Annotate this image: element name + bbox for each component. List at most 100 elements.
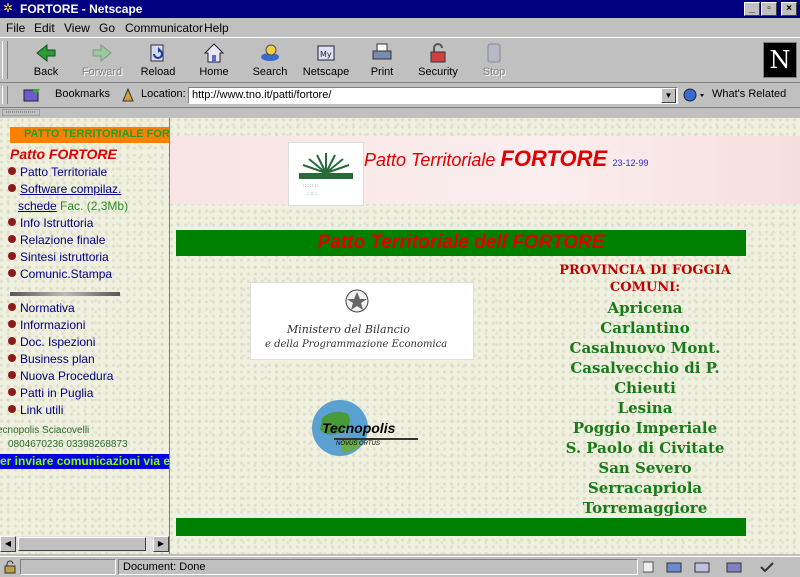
location-toolbar: Bookmarks Location: http://www.tno.it/pa… xyxy=(0,84,800,106)
comuni-panel: PROVINCIA DI FOGGIA COMUNI: Apricena Car… xyxy=(530,262,760,518)
ministero-line1: Ministero del Bilancio xyxy=(287,323,410,336)
svg-text::: ::: ::: :: ::: :: xyxy=(303,183,318,189)
tree-logo-icon: :: ::: ::: :: : xyxy=(299,153,353,197)
toolbar-grip[interactable] xyxy=(2,41,8,79)
url-dropdown-button[interactable]: ▼ xyxy=(661,88,676,103)
status-bar: Document: Done xyxy=(0,556,800,577)
home-button[interactable]: Home xyxy=(186,42,242,82)
nav-link-schede[interactable]: schede xyxy=(18,199,57,213)
personal-toolbar-collapsed[interactable] xyxy=(0,107,800,117)
comune-item: Carlantino xyxy=(600,319,690,337)
nav-link-sintesi-istruttoria[interactable]: Sintesi istruttoria xyxy=(8,250,109,264)
tecnopolis-logo-text: Tecnopolis xyxy=(322,420,396,436)
main-title: Patto Territoriale dell FORTORE xyxy=(317,232,605,253)
banner-strip: PATTO TERRITORIALE FORTORE xyxy=(10,127,169,143)
nav-link-patti-in-puglia[interactable]: Patti in Puglia xyxy=(8,386,93,400)
phone-numbers: 0804670236 03398268873 xyxy=(8,439,128,450)
horizontal-scrollbar[interactable]: ◀ ▶ xyxy=(0,536,169,552)
nav-link-info-istruttoria[interactable]: Info Istruttoria xyxy=(8,216,93,230)
main-frame: :: ::: ::: :: : Patto Territoriale FORTO… xyxy=(170,118,800,554)
content-area: PATTO TERRITORIALE FORTORE Patto FORTORE… xyxy=(0,118,800,554)
svg-text:My: My xyxy=(320,50,332,59)
home-icon xyxy=(203,43,225,63)
nav-link-normativa[interactable]: Normativa xyxy=(8,301,75,315)
security-button[interactable]: Security xyxy=(410,42,466,82)
forward-button[interactable]: Forward xyxy=(74,42,130,82)
tecnopolis-rule xyxy=(334,438,418,440)
nav-link-relazione-finale[interactable]: Relazione finale xyxy=(8,233,105,247)
left-nav-frame: PATTO TERRITORIALE FORTORE Patto FORTORE… xyxy=(0,118,170,554)
bookmarks-icon xyxy=(23,89,40,102)
marquee-ticker[interactable]: Per inviare comunicazioni via e-mail xyxy=(0,454,169,469)
svg-text:: :: :: : :: : xyxy=(307,191,317,197)
bullet-icon xyxy=(8,218,16,226)
back-button[interactable]: Back xyxy=(18,42,74,82)
bullet-icon xyxy=(8,320,16,328)
scroll-thumb[interactable] xyxy=(18,537,146,551)
minimize-button[interactable]: _ xyxy=(744,2,760,16)
ministero-line2: e della Programmazione Economica xyxy=(265,339,448,350)
comune-item: San Severo xyxy=(598,459,692,477)
header-logo: :: ::: ::: :: : xyxy=(288,142,364,206)
toolbar-tab-icon[interactable] xyxy=(2,109,40,116)
menu-view[interactable]: View xyxy=(64,21,90,35)
stop-button[interactable]: Stop xyxy=(466,42,522,82)
forward-arrow-icon xyxy=(92,43,112,63)
netscape-throbber-logo[interactable]: N xyxy=(763,42,797,78)
nav-link-nuova-procedura[interactable]: Nuova Procedura xyxy=(8,369,113,383)
bookmarks-button[interactable]: Bookmarks xyxy=(55,88,110,100)
security-lock-icon xyxy=(430,43,446,63)
reload-icon xyxy=(150,44,164,62)
nav-link-comunic-stampa[interactable]: Comunic.Stampa xyxy=(8,267,112,281)
nav-link-doc-ispezioni[interactable]: Doc. Ispezioni xyxy=(8,335,95,349)
banner-text: PATTO TERRITORIALE FORTORE xyxy=(24,128,169,140)
menu-edit[interactable]: Edit xyxy=(34,21,55,35)
bullet-icon xyxy=(8,388,16,396)
whats-related-icon xyxy=(683,88,704,102)
component-bar-icons[interactable] xyxy=(643,560,793,574)
reload-button[interactable]: Reload xyxy=(130,42,186,82)
print-button[interactable]: Print xyxy=(354,42,410,82)
nav-link-informazioni[interactable]: Informazioni xyxy=(8,318,85,332)
bottom-green-bar xyxy=(176,518,746,536)
netscape-app-icon: ✲ xyxy=(3,1,14,15)
bullet-icon xyxy=(8,337,16,345)
nav-link-patto-territoriale[interactable]: Patto Territoriale xyxy=(8,165,107,179)
nav-link-software[interactable]: Software compilaz. xyxy=(8,182,121,196)
bullet-icon xyxy=(8,303,16,311)
bullet-icon xyxy=(8,269,16,277)
location-page-icon xyxy=(122,87,134,102)
url-input[interactable]: http://www.tno.it/patti/fortore/ xyxy=(188,87,678,104)
scroll-right-icon[interactable]: ▶ xyxy=(153,536,169,552)
stop-icon xyxy=(487,43,501,63)
progress-panel xyxy=(20,559,116,575)
bullet-icon xyxy=(8,167,16,175)
back-arrow-icon xyxy=(36,43,56,63)
bullet-icon xyxy=(8,235,16,243)
nav-link-business-plan[interactable]: Business plan xyxy=(8,352,95,366)
scroll-left-icon[interactable]: ◀ xyxy=(0,536,16,552)
menu-help[interactable]: Help xyxy=(204,21,229,35)
maximize-button[interactable]: ▫ xyxy=(761,2,777,16)
print-icon xyxy=(372,43,392,60)
status-text: Document: Done xyxy=(118,559,638,575)
comune-item: Casalnuovo Mont. xyxy=(569,339,721,357)
whats-related-button[interactable]: What's Related xyxy=(712,88,786,100)
comuni-label: COMUNI: xyxy=(609,280,681,295)
bullet-icon xyxy=(8,371,16,379)
nav-link-link-utili[interactable]: Link utili xyxy=(8,403,63,417)
bullet-icon xyxy=(8,184,16,192)
menu-go[interactable]: Go xyxy=(99,21,115,35)
netscape-button[interactable]: My Netscape xyxy=(298,42,354,82)
menu-file[interactable]: File xyxy=(6,21,25,35)
nav-divider xyxy=(10,292,120,296)
comune-item: Chieuti xyxy=(614,379,676,397)
header-title: Patto Territoriale FORTORE 23-12-99 xyxy=(364,146,649,171)
location-grip[interactable] xyxy=(2,86,8,104)
menu-communicator[interactable]: Communicator xyxy=(125,21,203,35)
close-button[interactable]: × xyxy=(781,2,797,16)
nav-heading: Patto FORTORE xyxy=(10,146,117,162)
security-status-icon[interactable] xyxy=(3,560,17,574)
comune-item: Serracapriola xyxy=(587,479,703,497)
search-button[interactable]: Search xyxy=(242,42,298,82)
